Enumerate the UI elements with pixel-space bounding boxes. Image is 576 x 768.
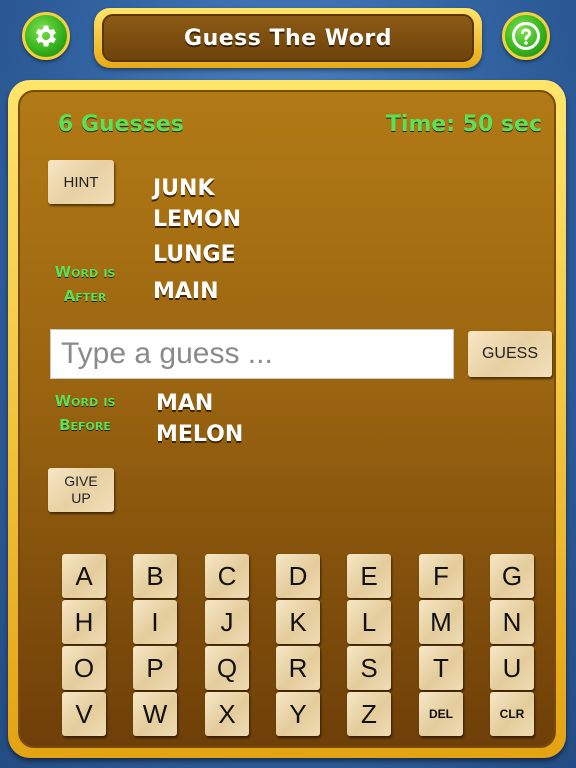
clear-key[interactable]: CLR <box>490 692 534 736</box>
guess-input[interactable] <box>50 329 454 379</box>
key-o[interactable]: O <box>62 646 106 690</box>
key-q[interactable]: Q <box>205 646 249 690</box>
game-panel: 6 Guesses Time: 50 sec HINT Word is Afte… <box>18 90 556 748</box>
key-r[interactable]: R <box>276 646 320 690</box>
key-l[interactable]: L <box>347 600 391 644</box>
key-n[interactable]: N <box>490 600 534 644</box>
key-p[interactable]: P <box>133 646 177 690</box>
after-word: LEMON <box>153 207 242 232</box>
give-up-button[interactable]: GIVE UP <box>48 468 114 512</box>
word-is-after-label: Word is After <box>54 263 116 305</box>
gear-icon <box>35 25 57 47</box>
key-h[interactable]: H <box>62 600 106 644</box>
key-w[interactable]: W <box>133 692 177 736</box>
key-y[interactable]: Y <box>276 692 320 736</box>
before-word: MAN <box>156 391 214 416</box>
key-x[interactable]: X <box>205 692 249 736</box>
key-k[interactable]: K <box>276 600 320 644</box>
key-f[interactable]: F <box>419 554 463 598</box>
hint-button[interactable]: HINT <box>48 160 114 204</box>
page-title: Guess The Word <box>102 14 474 62</box>
key-j[interactable]: J <box>205 600 249 644</box>
word-is-before-label: Word is Before <box>54 392 116 434</box>
question-mark-icon <box>512 22 540 50</box>
key-s[interactable]: S <box>347 646 391 690</box>
after-word: MAIN <box>153 279 219 304</box>
key-t[interactable]: T <box>419 646 463 690</box>
delete-key[interactable]: DEL <box>419 692 463 736</box>
key-e[interactable]: E <box>347 554 391 598</box>
title-banner: Guess The Word <box>94 8 482 68</box>
timer: Time: 50 sec <box>385 112 542 137</box>
key-z[interactable]: Z <box>347 692 391 736</box>
help-button[interactable] <box>502 12 550 60</box>
key-g[interactable]: G <box>490 554 534 598</box>
key-c[interactable]: C <box>205 554 249 598</box>
after-word: JUNK <box>153 176 215 201</box>
key-a[interactable]: A <box>62 554 106 598</box>
guess-button[interactable]: GUESS <box>468 331 552 377</box>
key-m[interactable]: M <box>419 600 463 644</box>
before-word: MELON <box>156 422 244 447</box>
key-b[interactable]: B <box>133 554 177 598</box>
game-panel-frame: 6 Guesses Time: 50 sec HINT Word is Afte… <box>8 80 566 758</box>
key-u[interactable]: U <box>490 646 534 690</box>
guess-counter: 6 Guesses <box>58 112 184 137</box>
settings-button[interactable] <box>22 12 70 60</box>
key-d[interactable]: D <box>276 554 320 598</box>
after-word: LUNGE <box>153 242 236 267</box>
key-i[interactable]: I <box>133 600 177 644</box>
key-v[interactable]: V <box>62 692 106 736</box>
